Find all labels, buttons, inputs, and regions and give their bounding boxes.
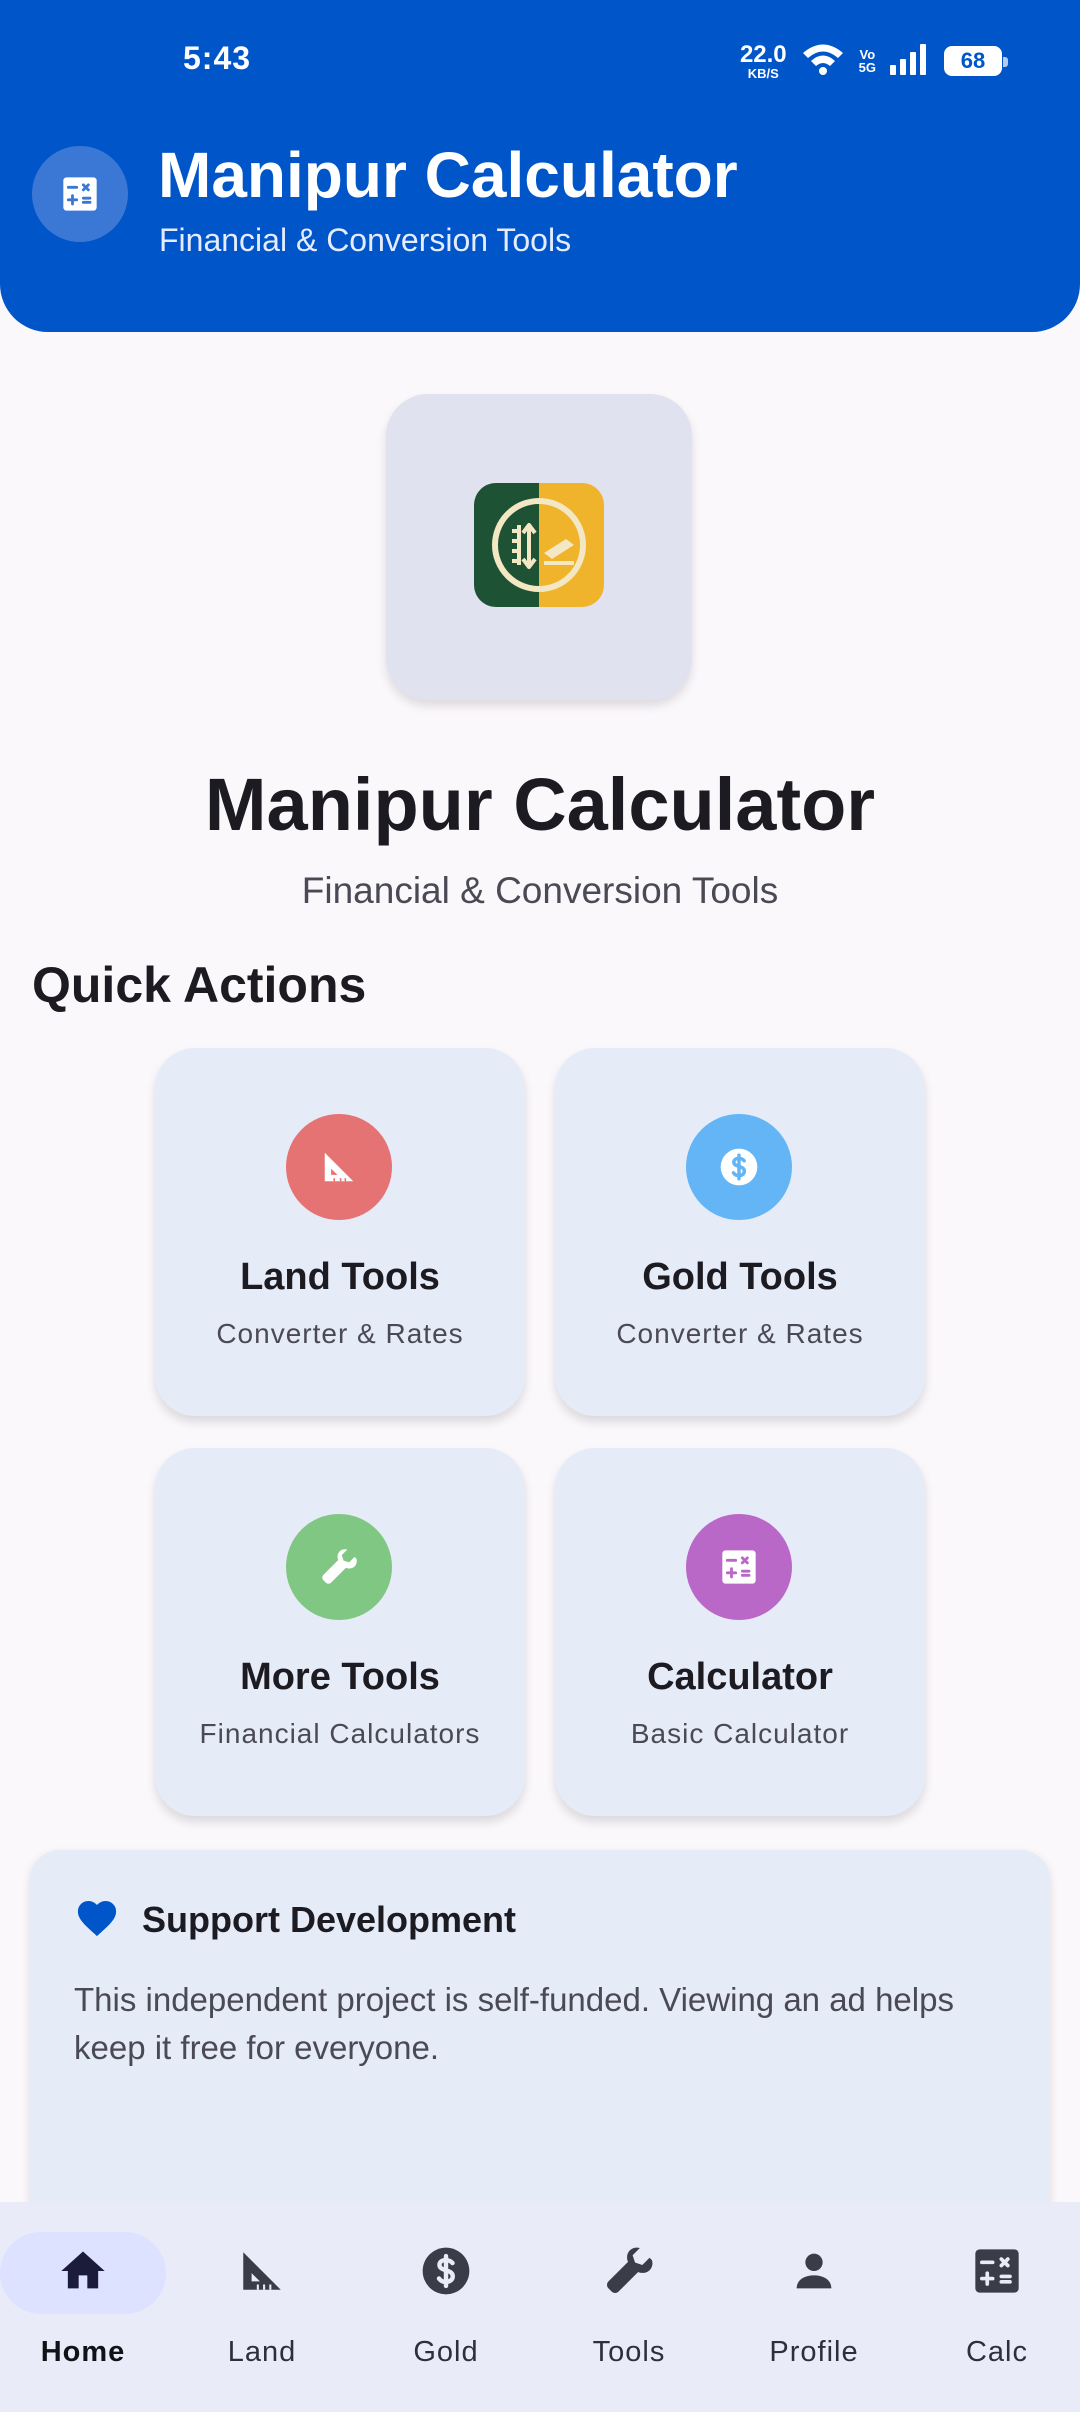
nav-item-home[interactable]: Home: [0, 2232, 166, 2392]
nav-label-home: Home: [40, 2336, 126, 2368]
land-tools-subtitle: Converter & Rates: [216, 1318, 464, 1349]
nav-item-profile[interactable]: Profile: [731, 2232, 897, 2392]
calculator-card[interactable]: Calculator Basic Calculator: [555, 1448, 925, 1816]
battery-level: 68: [960, 48, 986, 73]
nav-item-land[interactable]: Land: [179, 2232, 345, 2392]
header-title: Manipur Calculator: [158, 139, 738, 211]
nav-profile-container: [731, 2232, 897, 2314]
heart-icon: [74, 1896, 120, 1943]
network-speed-value: 22.0: [739, 40, 787, 68]
signal-icon: [890, 43, 930, 80]
network-speed: 22.0 KB/S: [739, 40, 787, 81]
land-tools-label: Land Tools: [240, 1256, 440, 1298]
wrench-icon: [286, 1514, 392, 1620]
home-icon: [57, 2245, 109, 2302]
volte-bottom: 5G: [858, 60, 876, 75]
gold-tools-subtitle: Converter & Rates: [616, 1318, 864, 1349]
nav-item-gold[interactable]: Gold: [363, 2232, 529, 2392]
dollar-circle-icon: [418, 2243, 474, 2304]
nav-home-indicator: [0, 2232, 166, 2314]
network-speed-unit: KB/S: [747, 65, 779, 81]
header-subtitle: Financial & Conversion Tools: [159, 222, 572, 258]
volte-indicator: Vo 5G: [859, 48, 876, 74]
nav-item-tools[interactable]: Tools: [546, 2232, 712, 2392]
more-tools-subtitle: Financial Calculators: [199, 1718, 481, 1749]
app-header: 5:43 22.0 KB/S Vo 5G 68 Manipur Calculat…: [0, 0, 1080, 332]
calculator-label: Calculator: [647, 1656, 833, 1698]
quick-actions-title: Quick Actions: [32, 957, 367, 1013]
app-logo-card: [386, 394, 692, 700]
more-tools-label: More Tools: [240, 1656, 440, 1698]
app-subtitle: Financial & Conversion Tools: [301, 870, 779, 911]
status-time: 5:43: [183, 40, 252, 76]
nav-label-land: Land: [227, 2336, 297, 2368]
app-title: Manipur Calculator: [204, 763, 876, 846]
nav-label-tools: Tools: [592, 2336, 666, 2368]
calculator-icon: [971, 2245, 1023, 2302]
gold-tools-card[interactable]: Gold Tools Converter & Rates: [555, 1048, 925, 1416]
support-title: Support Development: [142, 1898, 517, 1940]
battery-icon: 68: [944, 46, 1008, 76]
set-square-icon: [286, 1114, 392, 1220]
header-calculator-icon: [32, 146, 128, 242]
nav-label-gold: Gold: [413, 2336, 479, 2368]
nav-calc-container: [914, 2232, 1080, 2314]
wrench-icon: [600, 2242, 658, 2305]
app-logo-icon: [474, 482, 604, 612]
dollar-circle-icon: [686, 1114, 792, 1220]
nav-gold-container: [363, 2232, 529, 2314]
wifi-icon: [801, 42, 845, 81]
set-square-icon: [237, 2246, 287, 2301]
land-tools-card[interactable]: Land Tools Converter & Rates: [155, 1048, 525, 1416]
bottom-navigation: Home Land Gold Tools Profile Calc: [0, 2202, 1080, 2412]
support-description: This independent project is self-funded.…: [74, 1981, 954, 2066]
nav-label-calc: Calc: [965, 2336, 1028, 2368]
person-icon: [788, 2245, 840, 2302]
nav-land-container: [179, 2232, 345, 2314]
calculator-icon: [686, 1514, 792, 1620]
support-header: Support Development: [74, 1896, 516, 1943]
more-tools-card[interactable]: More Tools Financial Calculators: [155, 1448, 525, 1816]
nav-item-calc[interactable]: Calc: [914, 2232, 1080, 2392]
gold-tools-label: Gold Tools: [642, 1256, 838, 1298]
calculator-subtitle: Basic Calculator: [630, 1718, 850, 1749]
nav-label-profile: Profile: [769, 2336, 859, 2368]
status-bar: 5:43 22.0 KB/S Vo 5G 68: [0, 0, 1080, 120]
nav-tools-container: [546, 2232, 712, 2314]
status-icons: 22.0 KB/S Vo 5G 68: [739, 38, 1008, 84]
